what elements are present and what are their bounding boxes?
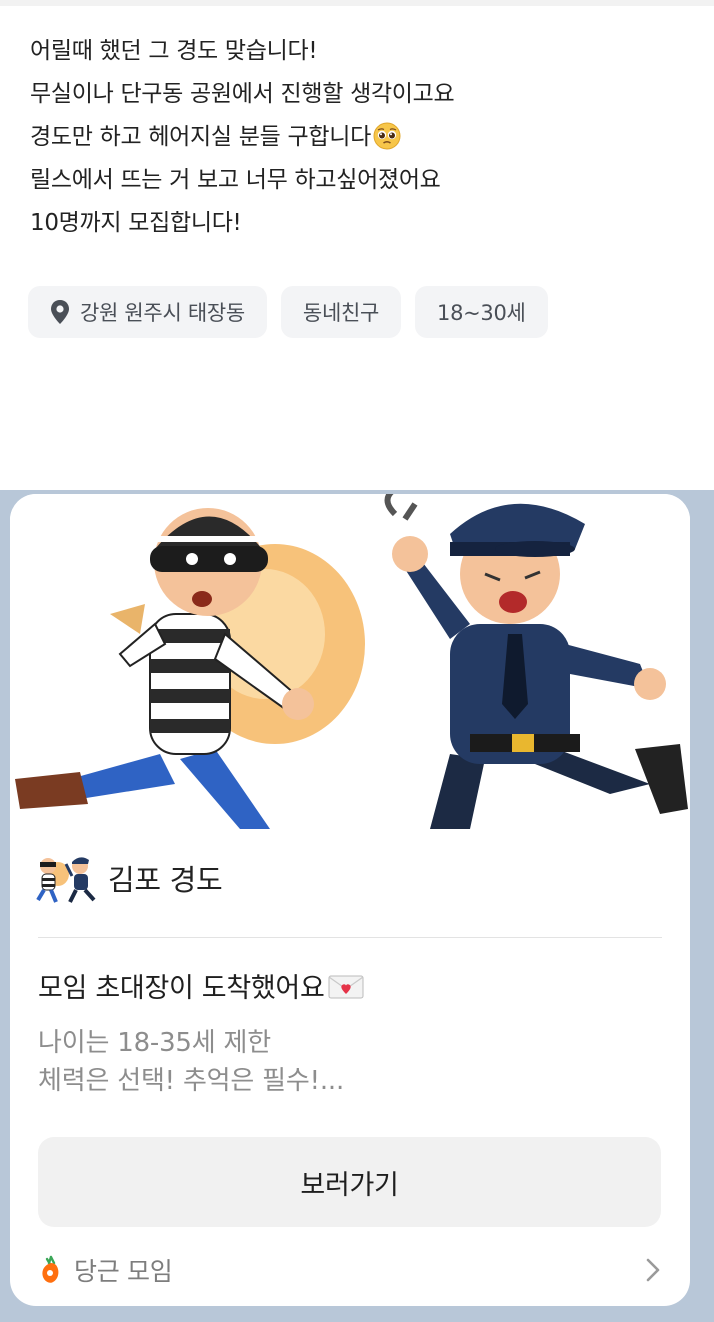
card-divider [38,937,662,938]
category-chip-label: 동네친구 [302,301,380,325]
thief-and-police-illustration [10,494,690,834]
hero-image [15,494,688,829]
post-line-4: 릴스에서 뜨는 거 보고 너무 하고싶어졌어요 [30,167,441,193]
pleading-face-emoji [373,122,401,150]
meeting-invite-card[interactable]: 김포 경도 모임 초대장이 도착했어요 나이는 18-35세 제한 체력은 선택… [10,494,690,1306]
chat-background: 김포 경도 모임 초대장이 도착했어요 나이는 18-35세 제한 체력은 선택… [0,490,714,1322]
age-chip[interactable]: 18~30세 [415,286,548,338]
invite-title-text: 모임 초대장이 도착했어요 [38,973,325,1004]
location-chip-label: 강원 원주시 태장동 [80,301,245,325]
desc-line-2: 체력은 선택! 추억은 필수!... [38,1066,345,1096]
post-body: 어릴때 했던 그 경도 맞습니다! 무실이나 단구동 공원에서 진행할 생각이고… [30,30,690,245]
view-button[interactable]: 보러가기 [38,1137,661,1227]
top-separator [0,0,714,6]
meeting-header: 김포 경도 [36,852,223,904]
chevron-right-icon [646,1258,660,1282]
location-pin-icon [51,300,69,324]
invite-title: 모임 초대장이 도착했어요 [38,966,365,1005]
footer-label: 당근 모임 [74,1257,173,1286]
card-footer[interactable]: 당근 모임 [38,1250,664,1290]
age-chip-label: 18~30세 [437,301,526,325]
meeting-thumbnail-icon [36,857,96,903]
post-line-3: 경도만 하고 헤어지실 분들 구합니다 [30,116,690,159]
desc-line-1: 나이는 18-35세 제한 [38,1028,271,1058]
love-letter-icon [328,975,364,999]
post-line-3-text: 경도만 하고 헤어지실 분들 구합니다 [30,124,371,150]
invite-description: 나이는 18-35세 제한 체력은 선택! 추억은 필수!... [38,1024,658,1100]
post-line-1: 어릴때 했던 그 경도 맞습니다! [30,38,318,64]
location-chip[interactable]: 강원 원주시 태장동 [28,286,267,338]
post-line-2: 무실이나 단구동 공원에서 진행할 생각이고요 [30,81,455,107]
category-chip[interactable]: 동네친구 [280,286,402,338]
post-line-5: 10명까지 모집합니다! [30,210,242,236]
tag-chips: 강원 원주시 태장동 동네친구 18~30세 [28,286,548,338]
meeting-name: 김포 경도 [108,863,223,897]
post-section: 어릴때 했던 그 경도 맞습니다! 무실이나 단구동 공원에서 진행할 생각이고… [0,0,714,490]
carrot-icon [42,1255,59,1283]
